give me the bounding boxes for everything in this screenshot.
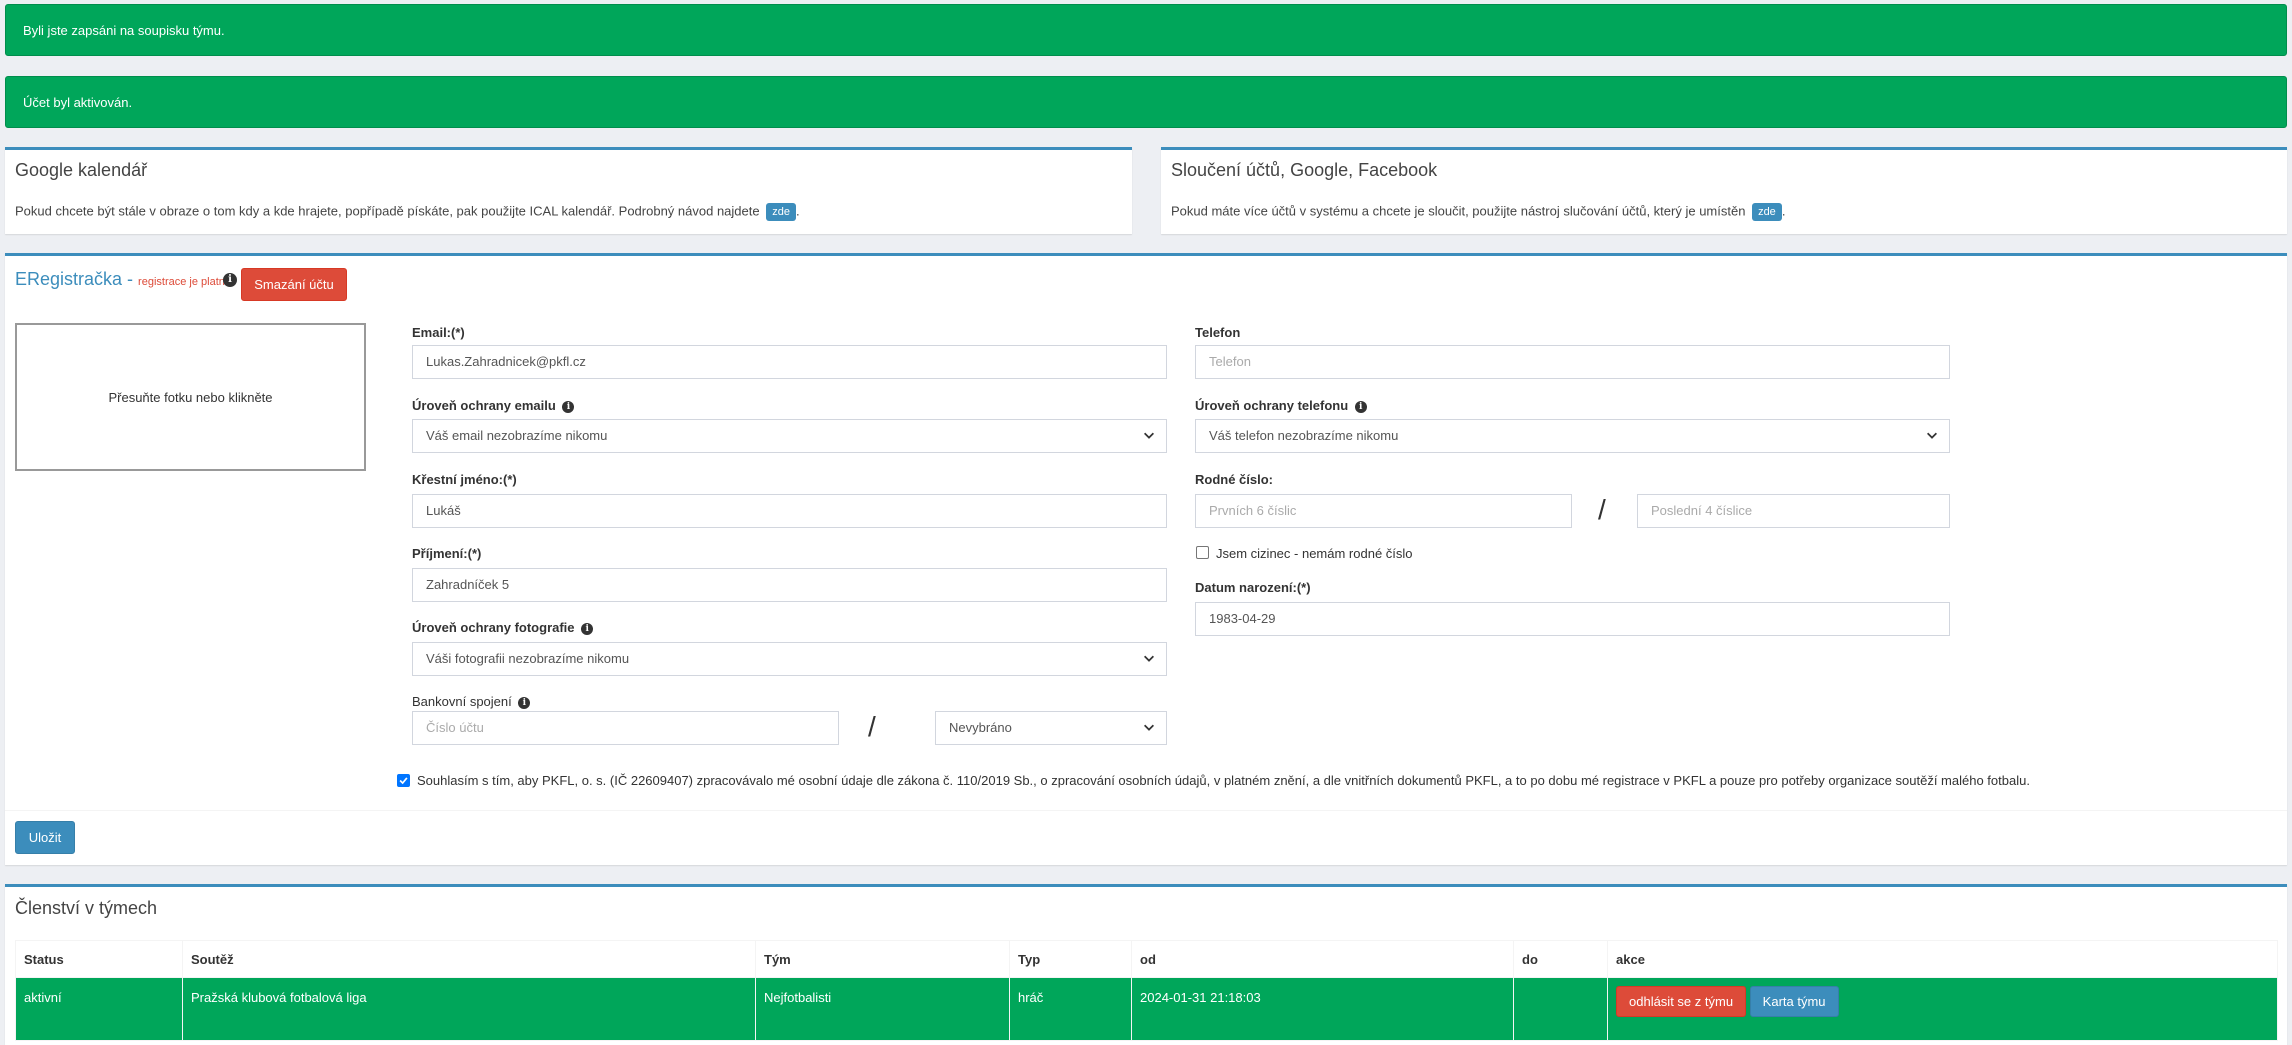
registration-title: ERegistračka [15, 269, 123, 289]
chevron-down-icon [1144, 655, 1154, 662]
email-privacy-label: Úroveň ochrany emailu i [412, 398, 575, 413]
google-calendar-box: Google kalendář Pokud chcete být stále v… [5, 147, 1132, 234]
photo-privacy-select[interactable]: Váši fotografii nezobrazíme nikomu [412, 642, 1167, 676]
email-input[interactable]: Lukas.Zahradnicek@pkfl.cz [412, 345, 1167, 379]
email-label: Email:(*) [412, 325, 465, 340]
col-from: od [1131, 940, 1514, 978]
last-name-input[interactable]: Zahradníček 5 [412, 568, 1167, 602]
email-privacy-info-icon[interactable]: i [562, 400, 575, 413]
row-to [1513, 977, 1608, 1041]
first-name-label: Křestní jméno:(*) [412, 472, 517, 487]
membership-title: Členství v týmech [15, 898, 158, 918]
bank-slash: / [868, 711, 876, 742]
phone-privacy-label-text: Úroveň ochrany telefonu [1195, 398, 1349, 413]
merge-accounts-title: Sloučení účtů, Google, Facebook [1171, 160, 1438, 180]
row-type: hráč [1009, 977, 1132, 1041]
phone-privacy-value: Váš telefon nezobrazíme nikomu [1209, 428, 1399, 443]
registration-dash: - [122, 269, 139, 289]
birth-date-label: Datum narození:(*) [1195, 580, 1311, 595]
consent-checkbox[interactable] [397, 774, 410, 787]
team-card-button[interactable]: Karta týmu [1749, 986, 1839, 1017]
google-calendar-link[interactable]: zde [766, 203, 796, 221]
bank-info-icon[interactable]: i [518, 696, 531, 709]
membership-table: Status Soutěž Tým Typ od do akce aktivní… [15, 940, 2278, 1041]
email-privacy-label-text: Úroveň ochrany emailu [412, 398, 556, 413]
photo-dropzone-label: Přesuňte fotku nebo klikněte [108, 389, 273, 405]
row-team: Nejfotbalisti [755, 977, 1010, 1041]
delete-account-button[interactable]: Smazání účtu [241, 268, 347, 301]
chevron-down-icon [1144, 724, 1154, 731]
foreigner-checkbox[interactable] [1196, 546, 1209, 559]
membership-header-row: Status Soutěž Tým Typ od do akce [15, 940, 2278, 978]
merge-accounts-suffix: . [1781, 203, 1786, 219]
row-actions: odhlásit se z týmu Karta týmu [1607, 977, 2278, 1041]
bank-code-select[interactable]: Nevybráno [935, 711, 1167, 745]
phone-input[interactable]: Telefon [1195, 345, 1950, 379]
google-calendar-suffix: . [795, 203, 800, 219]
phone-privacy-info-icon[interactable]: i [1354, 400, 1367, 413]
col-status: Status [15, 940, 183, 978]
registration-header: ERegistračka - registrace je platná [15, 269, 231, 290]
registration-footer-divider [5, 810, 2287, 811]
photo-privacy-info-icon[interactable]: i [581, 622, 594, 635]
google-calendar-text: Pokud chcete být stále v obraze o tom kd… [15, 203, 800, 221]
col-to: do [1513, 940, 1608, 978]
merge-accounts-box: Sloučení účtů, Google, Facebook Pokud má… [1161, 147, 2287, 234]
chevron-down-icon [1927, 432, 1937, 439]
registration-status: registrace je platná [138, 276, 231, 288]
birth-date-input[interactable]: 1983-04-29 [1195, 602, 1950, 636]
phone-label: Telefon [1195, 325, 1241, 340]
table-row: aktivní Pražská klubová fotbalová liga N… [15, 977, 2278, 1041]
consent-text: Souhlasím s tím, aby PKFL, o. s. (IČ 226… [417, 773, 2030, 788]
col-type: Typ [1009, 940, 1132, 978]
phone-privacy-select[interactable]: Váš telefon nezobrazíme nikomu [1195, 419, 1950, 453]
col-actions: akce [1607, 940, 2278, 978]
row-from: 2024-01-31 21:18:03 [1131, 977, 1514, 1041]
registration-info-icon[interactable]: i [223, 273, 237, 287]
row-status: aktivní [15, 977, 183, 1041]
last-name-label: Příjmení:(*) [412, 546, 482, 561]
birth-number-first-input[interactable]: Prvních 6 číslic [1195, 494, 1572, 528]
bank-code-value: Nevybráno [949, 720, 1012, 735]
email-privacy-select[interactable]: Váš email nezobrazíme nikomu [412, 419, 1167, 453]
google-calendar-desc: Pokud chcete být stále v obraze o tom kd… [15, 203, 760, 219]
google-calendar-title: Google kalendář [15, 160, 148, 180]
photo-dropzone[interactable]: Přesuňte fotku nebo klikněte [15, 323, 366, 471]
photo-privacy-value: Váši fotografii nezobrazíme nikomu [426, 651, 630, 666]
col-competition: Soutěž [182, 940, 756, 978]
bank-account-input[interactable]: Číslo účtu [412, 711, 839, 745]
save-button[interactable]: Uložit [15, 821, 75, 854]
bank-label: Bankovní spojení i [412, 694, 531, 709]
checkmark-icon [399, 777, 408, 785]
alert-account-activated: Účet byl aktivován. [5, 76, 2287, 128]
merge-accounts-desc: Pokud máte více účtů v systému a chcete … [1171, 203, 1746, 219]
bank-label-text: Bankovní spojení [412, 694, 512, 709]
foreigner-label: Jsem cizinec - nemám rodné číslo [1216, 546, 1413, 561]
photo-privacy-label-text: Úroveň ochrany fotografie [412, 620, 575, 635]
merge-accounts-text: Pokud máte více účtů v systému a chcete … [1171, 203, 1785, 221]
email-privacy-value: Váš email nezobrazíme nikomu [426, 428, 608, 443]
merge-accounts-link[interactable]: zde [1752, 203, 1782, 221]
chevron-down-icon [1144, 432, 1154, 439]
phone-privacy-label: Úroveň ochrany telefonu i [1195, 398, 1367, 413]
first-name-input[interactable]: Lukáš [412, 494, 1167, 528]
row-competition: Pražská klubová fotbalová liga [182, 977, 756, 1041]
alert-roster: Byli jste zapsáni na soupisku týmu. [5, 4, 2287, 56]
birth-number-last-input[interactable]: Poslední 4 číslice [1637, 494, 1950, 528]
birth-number-label: Rodné číslo: [1195, 472, 1274, 487]
birth-number-slash: / [1598, 494, 1606, 525]
leave-team-button[interactable]: odhlásit se z týmu [1616, 986, 1747, 1017]
photo-privacy-label: Úroveň ochrany fotografie i [412, 620, 594, 635]
col-team: Tým [755, 940, 1010, 978]
